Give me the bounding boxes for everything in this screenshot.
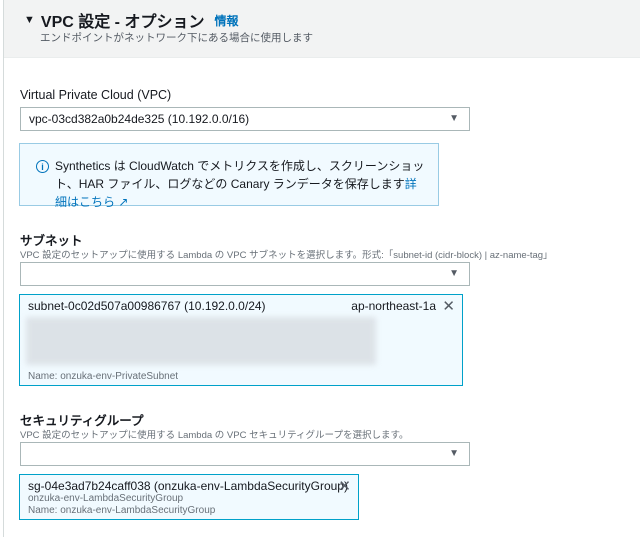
security-group-description: VPC 設定のセットアップに使用する Lambda の VPC セキュリティグル… xyxy=(20,430,409,441)
info-alert: i Synthetics は CloudWatch でメトリクスを作成し、スクリ… xyxy=(19,143,439,209)
subnet-select[interactable]: ▼ xyxy=(20,262,470,286)
caret-down-icon: ▼ xyxy=(24,14,35,26)
remove-subnet-icon[interactable]: ✕ xyxy=(442,297,455,315)
security-group-token-line2: onzuka-env-LambdaSecurityGroup xyxy=(28,493,184,504)
remove-security-group-icon[interactable]: ✕ xyxy=(338,477,351,495)
security-group-token-id: sg-04e3ad7b24caff038 (onzuka-env-LambdaS… xyxy=(28,479,348,493)
dropdown-arrow-icon: ▼ xyxy=(449,448,459,459)
vpc-select[interactable]: vpc-03cd382a0b24de325 (10.192.0.0/16) ▼ xyxy=(20,107,470,131)
section-subtitle: エンドポイントがネットワーク下にある場合に使用します xyxy=(40,32,313,44)
section-toggle[interactable]: ▼ VPC 設定 - オプション 情報 xyxy=(24,8,238,32)
subnet-token-az: ap-northeast-1a xyxy=(351,299,436,313)
subnet-token-name: Name: onzuka-env-PrivateSubnet xyxy=(28,371,179,382)
section-header: ▼ VPC 設定 - オプション 情報 エンドポイントがネットワーク下にある場合… xyxy=(4,0,640,58)
subnet-token-id: subnet-0c02d507a00986767 (10.192.0.0/24) xyxy=(28,299,266,313)
info-icon: i xyxy=(36,160,49,173)
external-link-icon: ↗ xyxy=(118,195,129,209)
subnet-token: subnet-0c02d507a00986767 (10.192.0.0/24)… xyxy=(19,294,463,386)
redacted-area xyxy=(26,317,376,365)
vpc-label: Virtual Private Cloud (VPC) xyxy=(20,88,172,102)
alert-text: Synthetics は CloudWatch でメトリクスを作成し、スクリーン… xyxy=(55,159,425,191)
info-link[interactable]: 情報 xyxy=(214,12,238,29)
security-group-select[interactable]: ▼ xyxy=(20,442,470,466)
vpc-select-value: vpc-03cd382a0b24de325 (10.192.0.0/16) xyxy=(29,112,250,126)
dropdown-arrow-icon: ▼ xyxy=(449,268,459,279)
security-group-token-name: Name: onzuka-env-LambdaSecurityGroup xyxy=(28,505,216,516)
section-title: VPC 設定 - オプション xyxy=(40,14,205,31)
subnet-description: VPC 設定のセットアップに使用する Lambda の VPC サブネットを選択… xyxy=(20,250,553,261)
dropdown-arrow-icon: ▼ xyxy=(449,113,459,124)
security-group-token: sg-04e3ad7b24caff038 (onzuka-env-LambdaS… xyxy=(19,474,359,520)
